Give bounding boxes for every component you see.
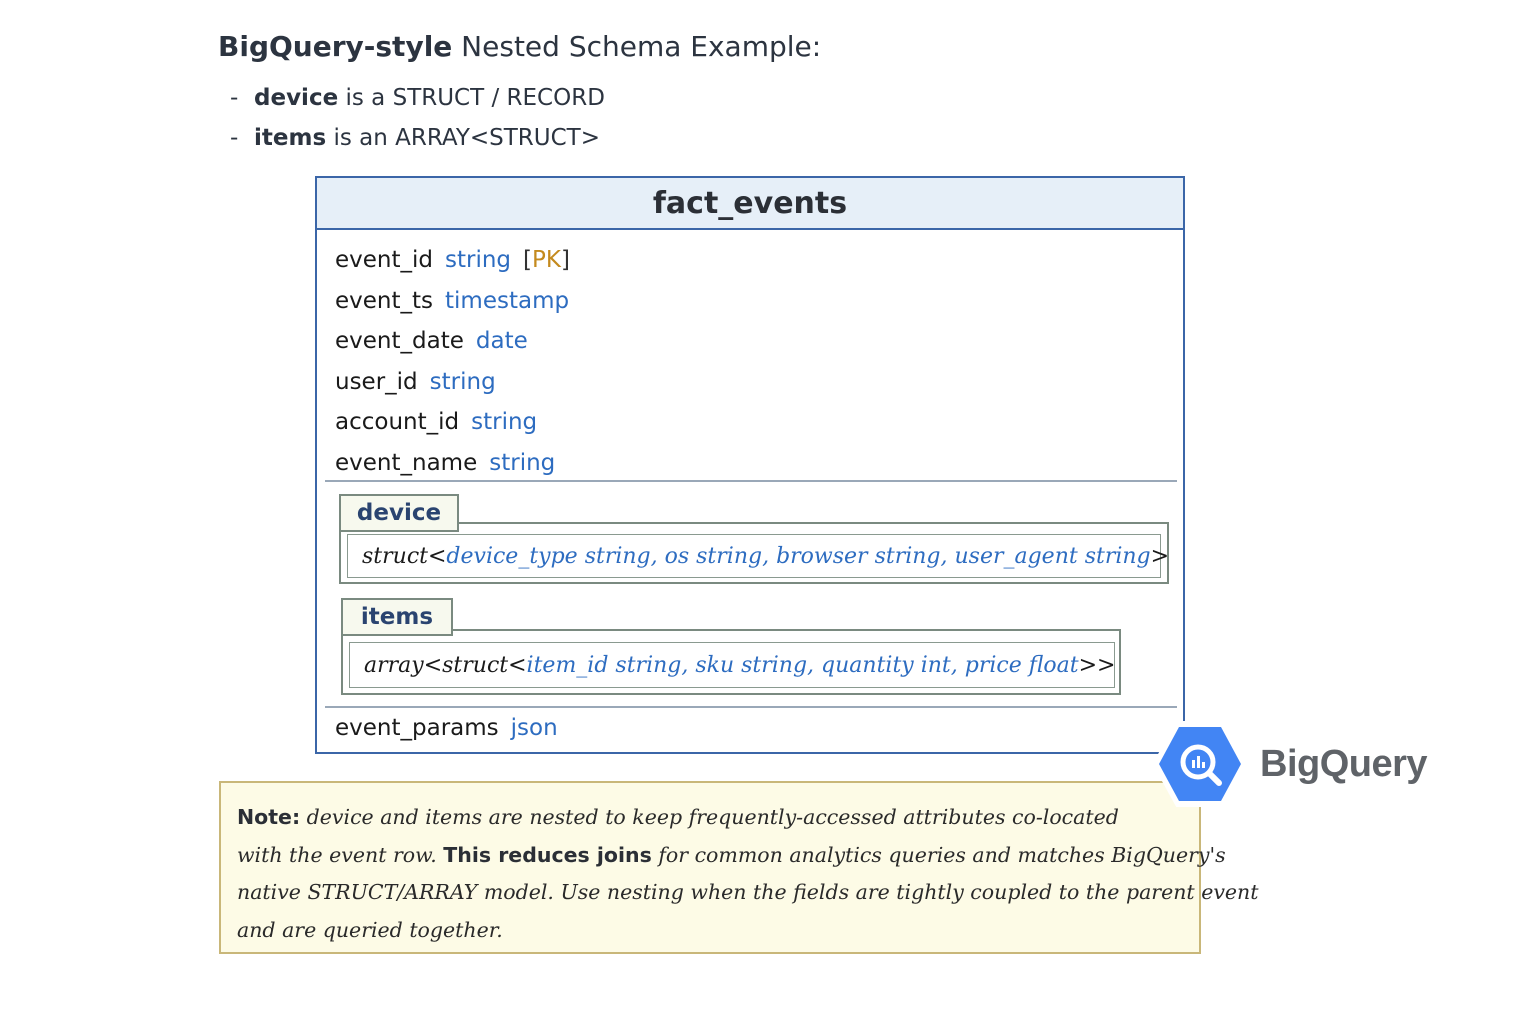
bullet-text: is an ARRAY<STRUCT> xyxy=(326,125,600,151)
note-line: Note: device and items are nested to kee… xyxy=(237,799,1183,837)
bullet-item: - items is an ARRAY<STRUCT> xyxy=(230,118,605,158)
pk-badge: [PK] xyxy=(523,247,570,273)
device-label: device xyxy=(339,494,459,532)
note-emphasis: This reduces joins xyxy=(443,842,652,867)
field-name: event_name xyxy=(335,449,478,476)
field-name: user_id xyxy=(335,368,418,395)
page: BigQuery-style Nested Schema Example: -d… xyxy=(0,0,1536,1024)
bullet-keyword: device xyxy=(254,85,339,111)
table-name: fact_events xyxy=(317,178,1183,230)
field-row: event_id string [PK] xyxy=(335,240,1183,281)
field-name: event_date xyxy=(335,328,464,355)
bullet-item: - device is a STRUCT / RECORD xyxy=(230,78,605,118)
items-label: items xyxy=(341,598,453,636)
field-row: account_id string xyxy=(335,402,1183,443)
bullet-keyword: items xyxy=(254,125,327,151)
field-name: account_id xyxy=(335,409,460,436)
device-struct: struct< device_type string, os string, br… xyxy=(347,534,1169,578)
title-rest: Nested Schema Example: xyxy=(452,30,822,63)
device-prefix: struct< xyxy=(362,543,447,569)
bullet-dash: - xyxy=(230,85,239,111)
field-row: event_name string xyxy=(335,443,1183,484)
field-type: string xyxy=(471,409,538,436)
page-title: BigQuery-style Nested Schema Example: xyxy=(218,30,821,63)
title-bold: BigQuery-style xyxy=(218,30,453,63)
field-row: user_id string xyxy=(335,362,1183,403)
pk-close: ] xyxy=(560,247,570,274)
field-list: event_id string [PK] event_ts timestamp … xyxy=(317,230,1183,483)
bullet-text: is a STRUCT / RECORD xyxy=(338,85,605,111)
field-row: event_ts timestamp xyxy=(335,281,1183,322)
field-row: event_params json xyxy=(335,708,558,748)
items-prefix: array<struct< xyxy=(364,652,527,678)
bigquery-hexagon-icon xyxy=(1152,721,1248,807)
note-text: with the event row. xyxy=(237,842,444,867)
field-row: event_date date xyxy=(335,321,1183,362)
items-fields: item_id string, sku string, quantity int… xyxy=(526,652,1079,678)
bullet-dash: - xyxy=(230,125,239,151)
section-divider xyxy=(325,480,1177,482)
note-text: for common analytics queries and matches… xyxy=(651,842,1226,867)
items-struct: array<struct< item_id string, sku string,… xyxy=(349,642,1115,688)
pk-label: PK xyxy=(532,247,561,274)
note-line: and are queried together. xyxy=(237,917,503,942)
field-type: date xyxy=(475,328,528,355)
field-type: string xyxy=(445,247,512,274)
device-fields: device_type string, os string, browser s… xyxy=(446,543,1151,569)
note-text: device and items are nested to keep freq… xyxy=(300,805,1119,829)
note-label: Note: xyxy=(237,805,301,829)
field-name: event_id xyxy=(335,247,433,274)
bigquery-logo: BigQuery xyxy=(1152,720,1428,808)
note-box: Note: device and items are nested to kee… xyxy=(219,781,1259,954)
field-type: string xyxy=(429,368,496,395)
note-line: with the event row. This reduces joins f… xyxy=(237,837,1226,875)
bullet-list: - device is a STRUCT / RECORD - items is a… xyxy=(230,78,605,158)
bigquery-wordmark: BigQuery xyxy=(1260,742,1428,785)
field-name: event_params xyxy=(335,715,499,741)
field-type: json xyxy=(510,715,558,741)
note-line: native STRUCT/ARRAY model. Use nesting w… xyxy=(237,880,1259,904)
field-name: event_ts xyxy=(335,287,434,314)
items-suffix: >> xyxy=(1078,652,1116,678)
device-suffix: > xyxy=(1150,543,1170,569)
field-type: timestamp xyxy=(445,287,570,314)
pk-open: [ xyxy=(523,247,533,274)
field-type: string xyxy=(489,449,556,476)
table-card: fact_events event_id string [PK] event_t… xyxy=(315,176,1185,754)
